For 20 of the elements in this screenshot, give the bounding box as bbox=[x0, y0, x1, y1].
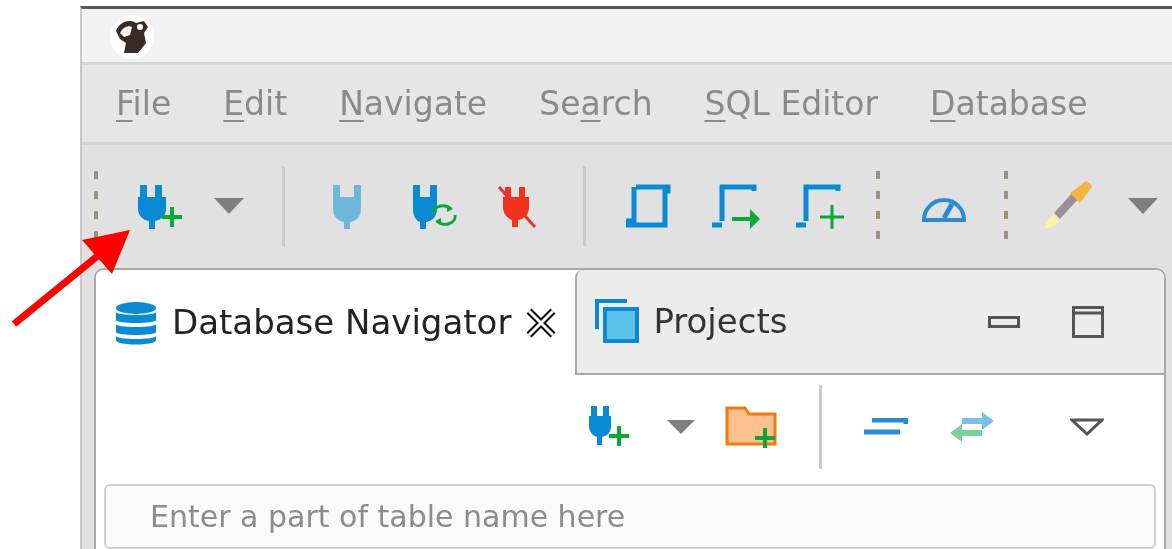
view-tab[interactable]: Projects bbox=[575, 270, 806, 375]
maximize-icon[interactable] bbox=[1072, 305, 1104, 338]
minimize-icon[interactable] bbox=[988, 315, 1020, 328]
link-arrows-icon[interactable] bbox=[948, 409, 996, 444]
projects-icon bbox=[595, 298, 640, 345]
database-icon bbox=[114, 299, 158, 346]
collapse-all-icon[interactable] bbox=[864, 417, 908, 436]
search-field[interactable]: Enter a part of table name here bbox=[104, 484, 1156, 549]
plug-icon[interactable] bbox=[331, 182, 363, 229]
menu-item[interactable]: File bbox=[116, 79, 172, 129]
menu-item[interactable]: SQL Editor bbox=[704, 79, 879, 129]
dropdown-arrow-icon[interactable] bbox=[1128, 197, 1158, 214]
menu-item[interactable]: Database bbox=[930, 79, 1088, 129]
menu-item[interactable]: Edit bbox=[223, 79, 288, 129]
dropdown-arrow-icon[interactable] bbox=[667, 419, 695, 434]
view-menu-icon[interactable] bbox=[1070, 417, 1104, 436]
menu-item[interactable]: Search bbox=[539, 79, 653, 129]
dropdown-arrow-icon[interactable] bbox=[214, 197, 244, 214]
close-icon[interactable] bbox=[525, 306, 558, 339]
menu-item[interactable]: Navigate bbox=[339, 79, 488, 129]
